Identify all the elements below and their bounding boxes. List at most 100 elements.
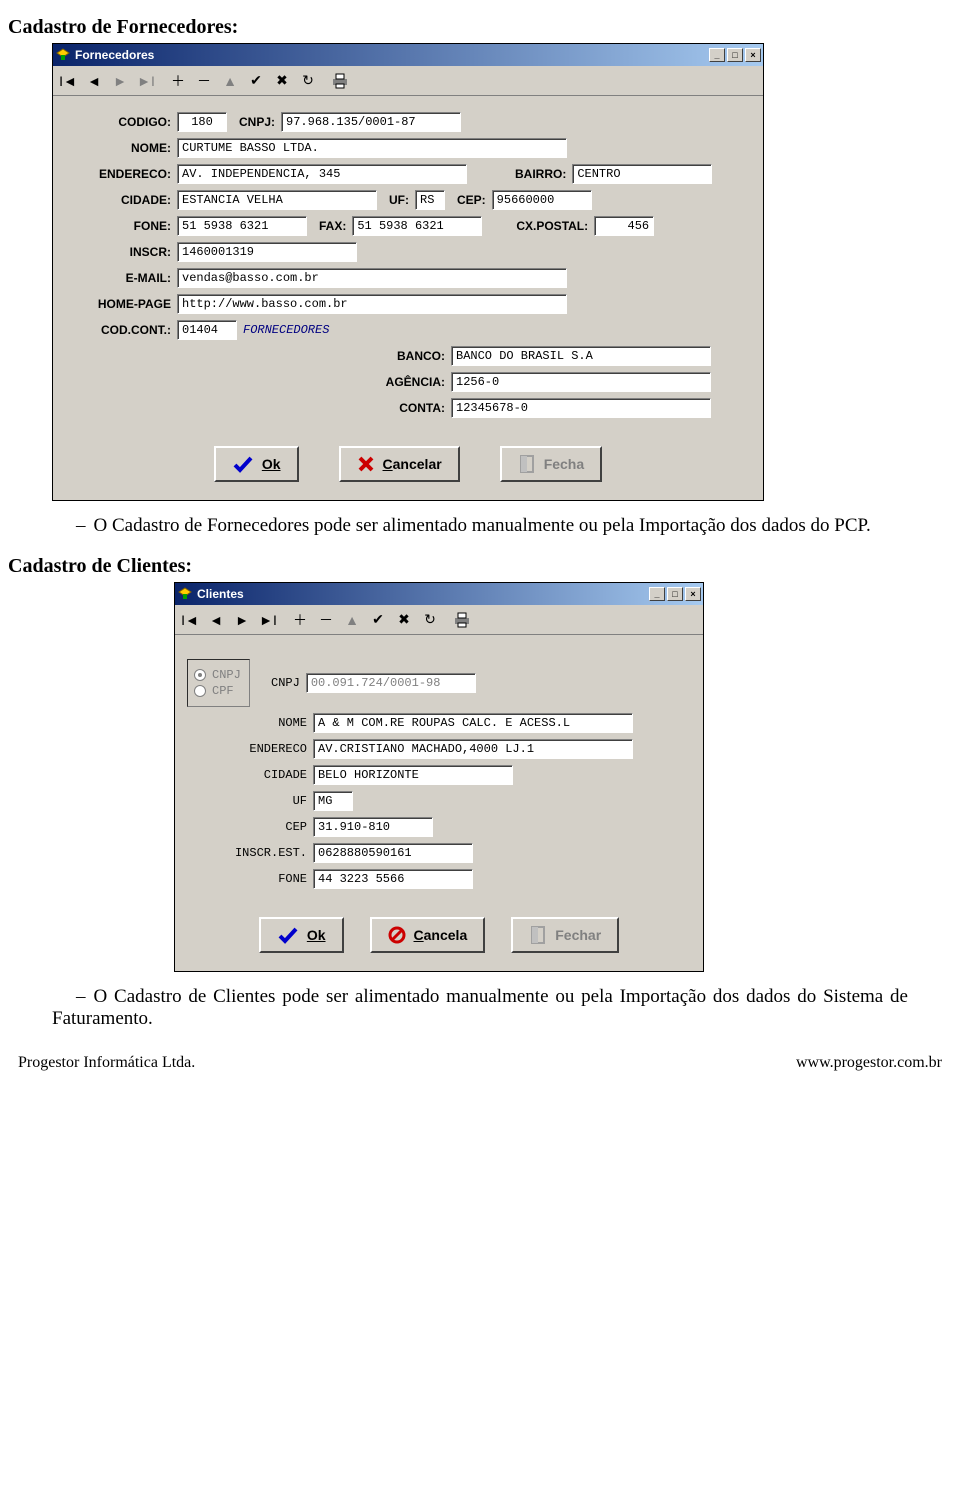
inscr-field[interactable]: 1460001319 [177, 242, 357, 262]
body-clientes: –O Cadastro de Clientes pode ser aliment… [52, 986, 908, 1030]
doc-type-radio[interactable]: CNPJ CPF [187, 659, 250, 707]
add-record-icon[interactable]: ＋ [166, 69, 190, 93]
label-conta: CONTA: [375, 401, 445, 415]
no-entry-icon [388, 926, 406, 944]
first-record-icon[interactable]: I◄ [56, 69, 80, 93]
label-cnpj: CNPJ [260, 676, 300, 690]
cancelar-button[interactable]: Cancelar [339, 446, 460, 482]
door-icon [529, 925, 547, 945]
close-button[interactable]: × [685, 587, 701, 601]
delete-record-icon[interactable]: － [192, 69, 216, 93]
minimize-button[interactable]: _ [649, 587, 665, 601]
conta-field[interactable]: 12345678-0 [451, 398, 711, 418]
window-title: Clientes [197, 587, 649, 601]
codcont-field[interactable]: 01404 [177, 320, 237, 340]
window-title: Fornecedores [75, 48, 709, 62]
cnpj-radio-label: CNPJ [212, 668, 241, 682]
post-record-icon[interactable]: ✔ [366, 608, 390, 632]
uf-field[interactable]: MG [313, 791, 353, 811]
refresh-icon[interactable]: ↻ [296, 69, 320, 93]
label-endereco: ENDERECO [187, 742, 307, 756]
codcont-helper: FORNECEDORES [243, 323, 329, 337]
edit-record-icon[interactable]: ▲ [218, 69, 242, 93]
email-field[interactable]: vendas@basso.com.br [177, 268, 567, 288]
cnpj-field[interactable]: 00.091.724/0001-98 [306, 673, 476, 693]
fechar-label: Fechar [555, 927, 601, 943]
fone-field[interactable]: 44 3223 5566 [313, 869, 473, 889]
ok-label: Ok [307, 927, 326, 943]
label-cep: CEP [187, 820, 307, 834]
toolbar: I◄ ◄ ► ►I ＋ － ▲ ✔ ✖ ↻ [53, 66, 763, 96]
fechar-button[interactable]: Fechar [511, 917, 619, 953]
app-icon [55, 47, 71, 63]
last-record-icon[interactable]: ►I [256, 608, 280, 632]
label-cep: CEP: [457, 193, 486, 207]
cancel-record-icon[interactable]: ✖ [270, 69, 294, 93]
fecha-label: Fecha [544, 456, 584, 472]
post-record-icon[interactable]: ✔ [244, 69, 268, 93]
add-record-icon[interactable]: ＋ [288, 608, 312, 632]
endereco-field[interactable]: AV.CRISTIANO MACHADO,4000 LJ.1 [313, 739, 633, 759]
cancela-button[interactable]: Cancela [370, 917, 486, 953]
first-record-icon[interactable]: I◄ [178, 608, 202, 632]
cidade-field[interactable]: BELO HORIZONTE [313, 765, 513, 785]
heading-fornecedores: Cadastro de Fornecedores: [8, 16, 952, 39]
cnpj-radio[interactable] [194, 669, 206, 681]
app-icon [177, 586, 193, 602]
print-icon[interactable] [450, 608, 474, 632]
last-record-icon[interactable]: ►I [134, 69, 158, 93]
titlebar[interactable]: Fornecedores _ □ × [53, 44, 763, 66]
cpf-radio[interactable] [194, 685, 206, 697]
footer-right: www.progestor.com.br [796, 1054, 942, 1072]
maximize-button[interactable]: □ [667, 587, 683, 601]
label-banco: BANCO: [375, 349, 445, 363]
ok-button[interactable]: Ok [259, 917, 344, 953]
label-fone: FONE: [65, 219, 171, 233]
homepage-field[interactable]: http://www.basso.com.br [177, 294, 567, 314]
maximize-button[interactable]: □ [727, 48, 743, 62]
cidade-field[interactable]: ESTANCIA VELHA [177, 190, 377, 210]
cnpj-field[interactable]: 97.968.135/0001-87 [281, 112, 461, 132]
prev-record-icon[interactable]: ◄ [204, 608, 228, 632]
door-icon [518, 454, 536, 474]
cancel-record-icon[interactable]: ✖ [392, 608, 416, 632]
label-fax: FAX: [319, 219, 346, 233]
close-button[interactable]: × [745, 48, 761, 62]
endereco-field[interactable]: AV. INDEPENDENCIA, 345 [177, 164, 467, 184]
fecha-button[interactable]: Fecha [500, 446, 602, 482]
titlebar[interactable]: Clientes _ □ × [175, 583, 703, 605]
print-icon[interactable] [328, 69, 352, 93]
label-bairro: BAIRRO: [515, 167, 566, 181]
ok-button[interactable]: Ok [214, 446, 299, 482]
edit-record-icon[interactable]: ▲ [340, 608, 364, 632]
fax-field[interactable]: 51 5938 6321 [352, 216, 482, 236]
bairro-field[interactable]: CENTRO [572, 164, 712, 184]
next-record-icon[interactable]: ► [230, 608, 254, 632]
page-footer: Progestor Informática Ltda. www.progesto… [8, 1048, 952, 1072]
cpf-radio-label: CPF [212, 684, 234, 698]
next-record-icon[interactable]: ► [108, 69, 132, 93]
agencia-field[interactable]: 1256-0 [451, 372, 711, 392]
cep-field[interactable]: 95660000 [492, 190, 592, 210]
heading-clientes: Cadastro de Clientes: [8, 555, 952, 578]
label-uf: UF: [389, 193, 409, 207]
minimize-button[interactable]: _ [709, 48, 725, 62]
prev-record-icon[interactable]: ◄ [82, 69, 106, 93]
cxpostal-field[interactable]: 456 [594, 216, 654, 236]
label-inscr: INSCR: [65, 245, 171, 259]
label-codigo: CODIGO: [65, 115, 171, 129]
fone-field[interactable]: 51 5938 6321 [177, 216, 307, 236]
banco-field[interactable]: BANCO DO BRASIL S.A [451, 346, 711, 366]
refresh-icon[interactable]: ↻ [418, 608, 442, 632]
label-agencia: AGÊNCIA: [375, 375, 445, 389]
inscrest-field[interactable]: 0628880590161 [313, 843, 473, 863]
label-endereco: ENDERECO: [65, 167, 171, 181]
cep-field[interactable]: 31.910-810 [313, 817, 433, 837]
footer-left: Progestor Informática Ltda. [18, 1054, 195, 1072]
delete-record-icon[interactable]: － [314, 608, 338, 632]
nome-field[interactable]: A & M COM.RE ROUPAS CALC. E ACESS.L [313, 713, 633, 733]
nome-field[interactable]: CURTUME BASSO LTDA. [177, 138, 567, 158]
label-fone: FONE [187, 872, 307, 886]
codigo-field[interactable]: 180 [177, 112, 227, 132]
uf-field[interactable]: RS [415, 190, 445, 210]
